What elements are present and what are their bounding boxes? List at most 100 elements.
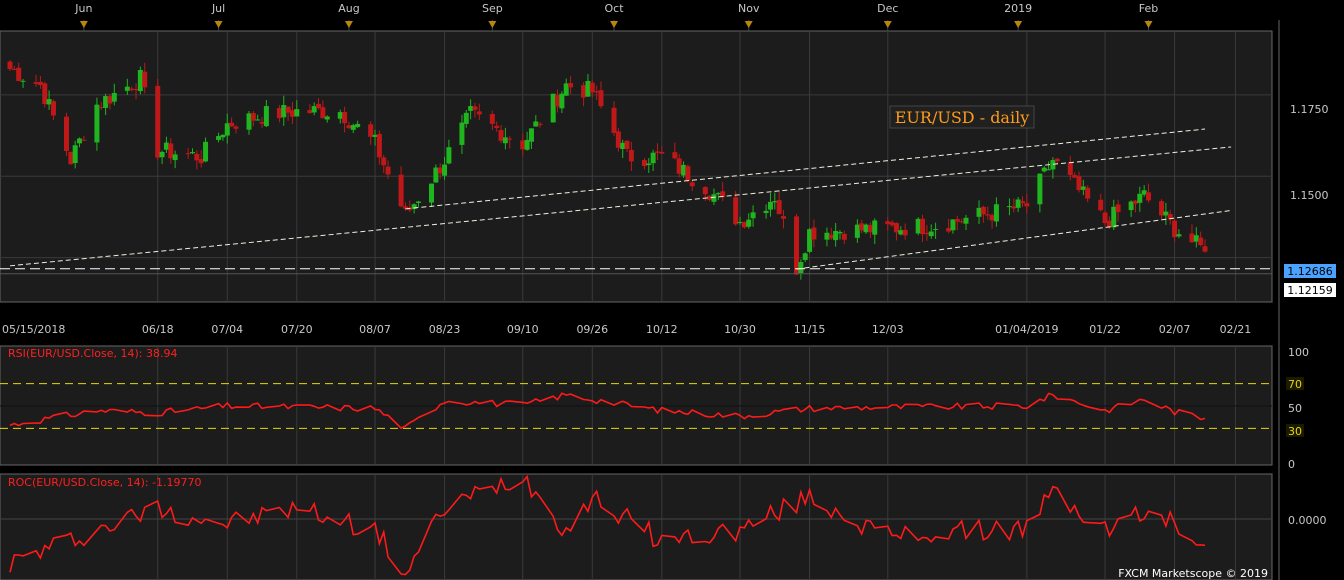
candle-body[interactable] [893,223,899,233]
candle-body[interactable] [885,221,891,225]
candle-body[interactable] [989,215,995,221]
candle-body[interactable] [246,113,252,130]
candle-body[interactable] [611,107,617,133]
candle-body[interactable] [220,134,226,138]
candle-body[interactable] [190,152,196,154]
candle-body[interactable] [398,174,404,207]
candle-body[interactable] [133,89,139,91]
candle-body[interactable] [763,210,769,214]
candle-body[interactable] [1146,192,1152,201]
candle-body[interactable] [559,93,565,109]
candle-body[interactable] [959,221,965,223]
candle-body[interactable] [733,197,739,225]
candle-body[interactable] [628,149,634,162]
candle-body[interactable] [798,262,804,274]
candle-body[interactable] [1072,175,1078,178]
candle-body[interactable] [928,231,934,237]
candle-body[interactable] [1115,204,1121,213]
candle-body[interactable] [772,201,778,203]
candle-body[interactable] [1024,203,1030,207]
candle-body[interactable] [259,121,265,124]
candle-body[interactable] [1159,201,1165,216]
candle-body[interactable] [320,107,326,119]
candle-body[interactable] [33,82,39,84]
candle-body[interactable] [350,125,356,130]
candle-body[interactable] [324,116,330,120]
candle-body[interactable] [198,159,204,164]
candle-body[interactable] [94,104,100,143]
candle-body[interactable] [702,187,708,195]
candle-body[interactable] [437,167,443,174]
candle-body[interactable] [216,136,222,140]
candle-body[interactable] [672,152,678,159]
candle-body[interactable] [20,80,26,82]
candle-body[interactable] [294,109,300,117]
candle-body[interactable] [307,110,313,114]
candle-body[interactable] [137,70,143,92]
candle-body[interactable] [767,201,773,210]
candle-body[interactable] [172,154,178,161]
candle-body[interactable] [920,218,926,235]
candle-body[interactable] [1189,233,1195,243]
candle-body[interactable] [963,217,969,224]
candle-body[interactable] [276,108,282,119]
candle-body[interactable] [1085,187,1091,199]
candle-body[interactable] [159,151,165,158]
candle-body[interactable] [1102,212,1108,224]
candle-body[interactable] [933,228,939,230]
candle-body[interactable] [224,123,230,136]
candle-body[interactable] [463,112,469,124]
candle-body[interactable] [476,111,482,115]
candle-body[interactable] [1006,206,1012,208]
candle-body[interactable] [1172,220,1178,238]
candle-body[interactable] [524,139,530,150]
candle-body[interactable] [841,233,847,240]
candle-body[interactable] [124,86,130,91]
candle-body[interactable] [50,101,56,116]
candle-body[interactable] [42,83,48,105]
candle-body[interactable] [646,163,652,166]
candle-body[interactable] [737,221,743,223]
candle-body[interactable] [954,219,960,222]
candle-body[interactable] [1067,162,1073,175]
candle-body[interactable] [689,182,695,187]
candle-body[interactable] [203,141,209,162]
candle-body[interactable] [111,93,117,102]
candle-body[interactable] [142,71,148,88]
candle-body[interactable] [568,83,574,88]
candle-body[interactable] [837,232,843,234]
candle-body[interactable] [337,112,343,119]
candle-body[interactable] [107,96,113,104]
candle-body[interactable] [985,214,991,216]
candle-body[interactable] [654,151,660,153]
candle-body[interactable] [676,158,682,174]
candle-body[interactable] [1111,206,1117,228]
candle-body[interactable] [598,90,604,107]
candle-body[interactable] [1176,234,1182,237]
candle-body[interactable] [750,212,756,219]
candle-body[interactable] [563,83,569,96]
candle-body[interactable] [1046,169,1052,171]
candle-body[interactable] [129,88,135,91]
candle-body[interactable] [898,230,904,235]
candle-body[interactable] [585,80,591,97]
candle-body[interactable] [355,123,361,127]
candle-body[interactable] [641,160,647,167]
candle-body[interactable] [346,125,352,129]
candle-body[interactable] [950,219,956,231]
candle-body[interactable] [263,106,269,127]
candle-body[interactable] [342,111,348,124]
candle-body[interactable] [1163,211,1169,216]
candle-body[interactable] [659,151,665,154]
candle-body[interactable] [993,204,999,222]
candle-body[interactable] [811,227,817,240]
candle-body[interactable] [650,152,656,164]
candle-body[interactable] [915,218,921,234]
candle-body[interactable] [155,85,161,158]
candle-body[interactable] [68,151,74,165]
candle-body[interactable] [376,133,382,158]
candle-body[interactable] [459,122,465,145]
candle-body[interactable] [289,110,295,117]
candle-body[interactable] [194,153,200,161]
candle-body[interactable] [46,99,52,105]
